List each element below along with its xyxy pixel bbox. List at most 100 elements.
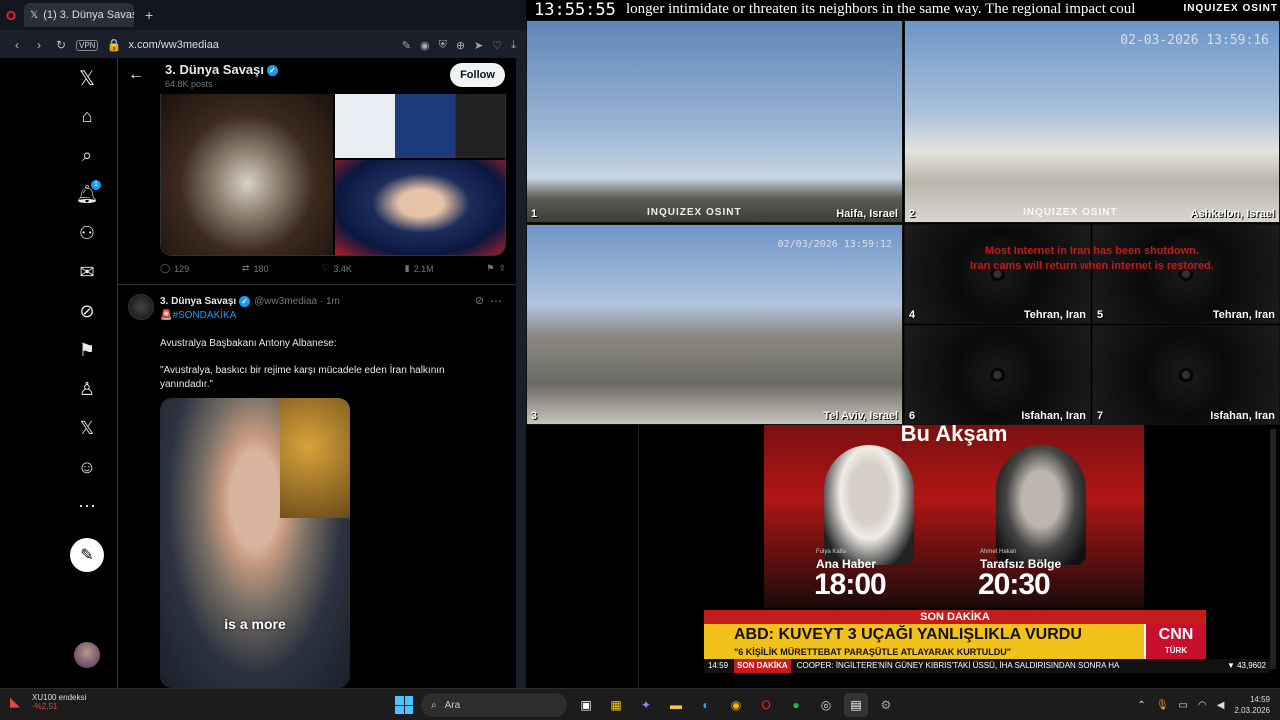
widget-title: XU100 endeksi [32, 693, 87, 702]
verified-icon: ✓ [239, 296, 251, 307]
camera-feed-6: 6 Isfahan, Iran [904, 325, 1091, 425]
verified-icon: ✓ [267, 65, 278, 77]
more-icon[interactable]: ⋯ [73, 492, 101, 520]
grok-icon[interactable]: ⊘ [475, 294, 484, 307]
repost-count: 180 [253, 263, 269, 274]
media-image-1[interactable] [161, 94, 333, 255]
author-line: 3. Dünya Savaşı ✓ @ww3mediaa · 1m [160, 296, 340, 307]
browser-app-icon[interactable]: ◎ [814, 693, 838, 717]
media-image-2[interactable] [335, 94, 505, 158]
task-view-icon[interactable]: ▣ [574, 693, 598, 717]
x-logo-icon[interactable]: 𝕏 [73, 64, 101, 92]
communities-icon[interactable]: ♙ [73, 375, 101, 403]
market-widget[interactable]: ◣ XU100 endeksi -%2,51 [10, 693, 86, 711]
cam-location: Ashkelon, Israel [1190, 208, 1275, 220]
search-icon[interactable]: ⌕ [73, 141, 101, 169]
taskbar-search[interactable]: ⌕ Ara [421, 693, 567, 717]
views-action[interactable]: ▮ 2.1M [405, 263, 434, 274]
x-app: 𝕏 ⌂ ⌕ 🔔︎ 1 ⚇ ✉ ⊘ ⚑ ♙ 𝕏 ☺ ⋯ ✎ ← 3. Dünya S… [0, 58, 516, 688]
messages-icon[interactable]: ✉ [73, 258, 101, 286]
like-count: 3.4K [333, 263, 352, 274]
share-icon[interactable]: ⇪ [498, 263, 506, 274]
wifi-icon[interactable]: ◠ [1198, 700, 1207, 711]
camera-feed-4: 4 Tehran, Iran [904, 224, 1091, 324]
stream-app-icon[interactable]: ▤ [844, 693, 868, 717]
tray-chevron-icon[interactable]: ⌃ [1137, 700, 1145, 711]
settings-icon[interactable]: ⚙ [874, 693, 898, 717]
post-video[interactable]: is a more [160, 398, 350, 688]
video-background [280, 398, 350, 518]
copilot-icon[interactable]: ✦ [634, 693, 658, 717]
home-icon[interactable]: ⌂ [73, 102, 101, 130]
search-icon: ⌕ [431, 699, 437, 711]
breaking-subline: "6 KİŞİLİK MÜRETTEBAT PARAŞÜTLE ATLAYARA… [704, 646, 1206, 659]
author-name[interactable]: 3. Dünya Savaşı [160, 296, 236, 307]
edge-icon[interactable]: ◐ [694, 693, 718, 717]
x-favicon-icon: 𝕏 [30, 9, 39, 21]
tray-date: 2.03.2026 [1234, 706, 1270, 715]
tray-clock[interactable]: 14:59 2.03.2026 [1234, 694, 1270, 716]
start-button[interactable] [395, 696, 413, 714]
file-explorer-icon[interactable]: ▬ [664, 693, 688, 717]
url-field[interactable]: x.com/ww3mediaa [128, 39, 393, 51]
more-options-icon[interactable]: ⋯ [490, 294, 502, 308]
tv-player[interactable]: Bu Akşam Fulya Kalfa Ana Haber 18:00 Ahm… [526, 425, 1280, 688]
reply-action[interactable]: ◯ 129 [160, 263, 189, 274]
follow-icon[interactable]: ⚇ [73, 219, 101, 247]
compose-post-button[interactable]: ✎ [70, 538, 104, 572]
edit-icon[interactable]: ✎ [402, 39, 411, 52]
new-tab-button[interactable]: + [140, 6, 158, 24]
spotify-icon[interactable]: ● [784, 693, 808, 717]
like-action[interactable]: ♡ 3.4K [321, 263, 352, 274]
back-arrow-icon[interactable]: ← [128, 66, 144, 84]
cam-location: Isfahan, Iran [1210, 410, 1275, 422]
post-media-grid[interactable] [160, 94, 506, 256]
follow-button[interactable]: Follow [450, 63, 505, 87]
post-divider [118, 284, 516, 285]
post-count: 64.8K posts [165, 79, 213, 89]
browser-tab[interactable]: 𝕏 (1) 3. Dünya Savaşı (@ww × [24, 3, 135, 27]
opera-icon[interactable]: O [754, 693, 778, 717]
bookmark-action[interactable]: ⚑ ⇪ [486, 263, 506, 274]
download-icon[interactable]: ⤓ [511, 39, 516, 52]
heart-icon[interactable]: ♡ [492, 39, 502, 52]
premium-icon[interactable]: 𝕏 [73, 414, 101, 442]
crawl-time: 14:59 [708, 661, 729, 670]
opera-logo-icon[interactable]: O [6, 8, 16, 23]
tv-scrollbar[interactable] [1270, 429, 1276, 669]
video-subtitle: is a more [224, 616, 286, 632]
send-icon[interactable]: ➤ [474, 39, 483, 52]
mic-icon[interactable]: 🎙︎ [1156, 700, 1169, 711]
translate-icon[interactable]: ⊕ [456, 39, 465, 52]
reply-count: 129 [174, 263, 190, 274]
bookmarks-icon[interactable]: ⚑ [73, 336, 101, 364]
profile-icon[interactable]: ☺ [73, 453, 101, 481]
hashtag-link[interactable]: 🚨#SONDAKİKA [160, 310, 236, 321]
cam-timestamp: 02/03/2026 13:59:12 [777, 239, 892, 250]
author-avatar[interactable] [128, 294, 154, 320]
vpn-badge[interactable]: VPN [76, 39, 99, 51]
shield-icon[interactable]: ⛨ [439, 39, 447, 52]
notifications-icon[interactable]: 🔔︎ 1 [73, 180, 101, 208]
display-icon[interactable]: ▭ [1179, 700, 1188, 711]
search-placeholder: Ara [444, 699, 461, 711]
volume-icon[interactable]: ◀ [1217, 700, 1225, 711]
cam-number: 6 [909, 410, 916, 422]
views-count: 2.1M [413, 263, 434, 274]
chrome-icon[interactable]: ◉ [724, 693, 748, 717]
repost-action[interactable]: ⇄ 180 [242, 263, 269, 274]
account-avatar[interactable] [74, 642, 100, 668]
forward-icon[interactable]: › [32, 38, 46, 52]
x-sidebar: 𝕏 ⌂ ⌕ 🔔︎ 1 ⚇ ✉ ⊘ ⚑ ♙ 𝕏 ☺ ⋯ ✎ [0, 58, 118, 688]
reload-icon[interactable]: ↻ [54, 38, 68, 52]
host1-name: Fulya Kalfa [816, 549, 847, 555]
grok-icon[interactable]: ⊘ [73, 297, 101, 325]
cam-watermark: INQUIZEX OSINT [1023, 207, 1118, 218]
store-icon[interactable]: ▦ [604, 693, 628, 717]
stream-watermark: INQUIZEX OSINT [1183, 3, 1278, 14]
media-image-3[interactable] [335, 160, 505, 255]
back-icon[interactable]: ‹ [10, 38, 24, 52]
cam-location: Isfahan, Iran [1021, 410, 1086, 422]
camera-icon[interactable]: ◉ [420, 39, 430, 52]
camera-feed-1: INQUIZEX OSINT 1 Haifa, Israel [526, 20, 903, 223]
